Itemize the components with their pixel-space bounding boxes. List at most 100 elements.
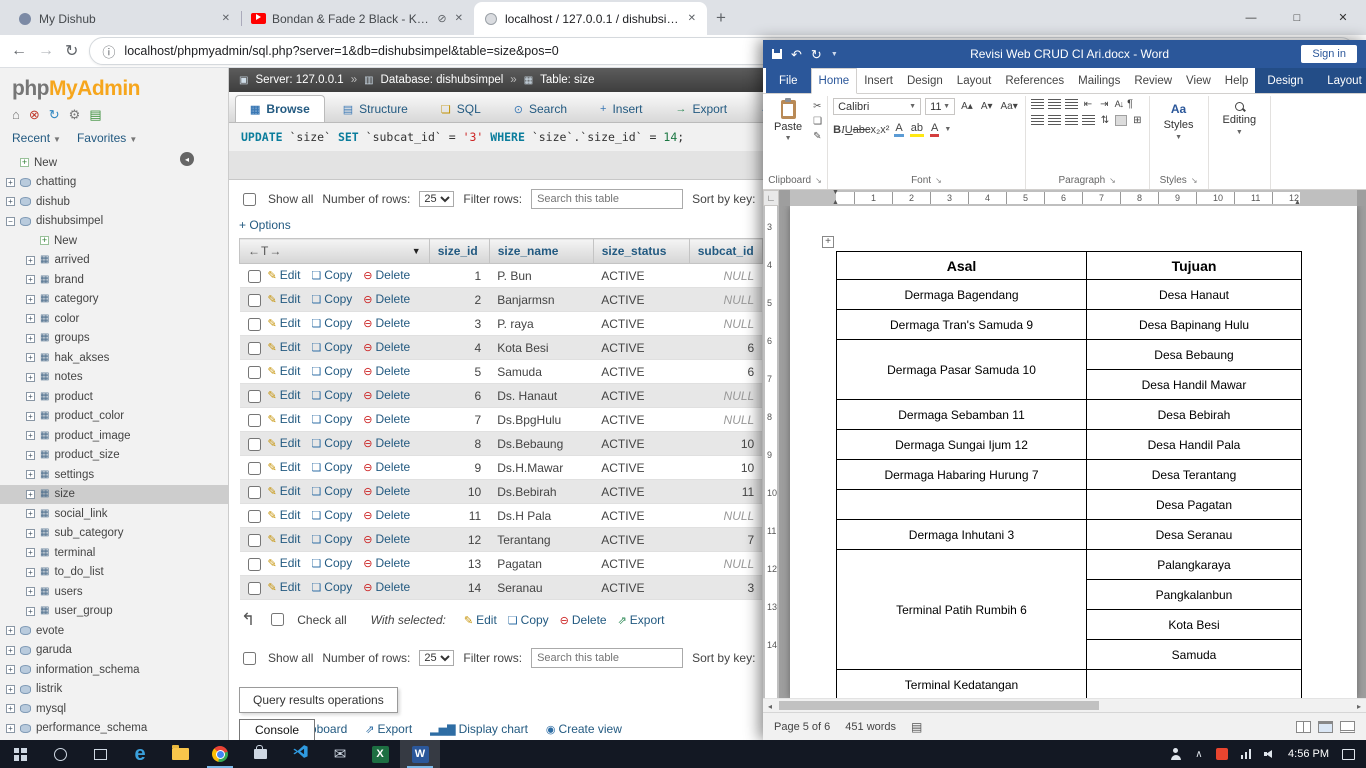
tree-item-listrik[interactable]: +listrik: [0, 680, 228, 700]
ribbon-tab-file[interactable]: File: [766, 68, 811, 93]
pma-tab-sql[interactable]: ❏SQL: [426, 95, 496, 122]
align-center-icon[interactable]: [1048, 115, 1061, 126]
row-checkbox[interactable]: [248, 318, 261, 331]
doc-cell[interactable]: Terminal Kedatangan: [837, 670, 1087, 699]
doc-cell[interactable]: Desa Handil Mawar: [1087, 370, 1302, 400]
justify-icon[interactable]: [1082, 115, 1095, 126]
browser-tab[interactable]: Bondan & Fade 2 Black - Kita...⊘✕: [241, 2, 474, 35]
row-checkbox[interactable]: [248, 294, 261, 307]
edit-row-action[interactable]: ✎Edit: [268, 580, 301, 594]
edit-row-action[interactable]: ✎Edit: [268, 268, 301, 282]
task-view-button[interactable]: [80, 740, 120, 768]
row-checkbox[interactable]: [248, 534, 261, 547]
delete-row-action[interactable]: ⊖Delete: [363, 316, 410, 330]
word-count[interactable]: 451 words: [845, 721, 896, 733]
expand-icon[interactable]: +: [6, 665, 15, 674]
edit-row-action[interactable]: ✎Edit: [268, 364, 301, 378]
row-checkbox[interactable]: [248, 558, 261, 571]
font-color-button[interactable]: A: [929, 122, 940, 137]
expand-icon[interactable]: +: [26, 490, 35, 499]
dock-icon[interactable]: ▤: [89, 107, 101, 123]
filter-input[interactable]: [531, 189, 683, 209]
browser-tab[interactable]: My Dishub✕: [8, 2, 241, 35]
delete-row-action[interactable]: ⊖Delete: [363, 556, 410, 570]
doc-cell[interactable]: Desa Pagatan: [1087, 490, 1302, 520]
copy-row-action[interactable]: ❏Copy: [311, 580, 352, 594]
rows-select[interactable]: 25: [419, 191, 454, 207]
scroll-right-icon[interactable]: ▸: [1352, 699, 1366, 713]
doc-cell[interactable]: Desa Terantang: [1087, 460, 1302, 490]
doc-cell[interactable]: Dermaga Habaring Hurung 7: [837, 460, 1087, 490]
row-checkbox[interactable]: [248, 510, 261, 523]
horizontal-scrollbar[interactable]: ◂ ▸: [763, 698, 1366, 712]
new-tab-button[interactable]: +: [707, 4, 735, 32]
ribbon-tab-home[interactable]: Home: [811, 68, 858, 94]
volume-icon[interactable]: [1264, 749, 1275, 759]
borders-icon[interactable]: ⊞: [1131, 115, 1143, 126]
edit-row-action[interactable]: ✎Edit: [268, 484, 301, 498]
home-icon[interactable]: ⌂: [12, 107, 20, 123]
edit-row-action[interactable]: ✎Edit: [268, 460, 301, 474]
sign-in-button[interactable]: Sign in: [1301, 45, 1357, 63]
sort-arrows[interactable]: ←T→: [248, 244, 282, 258]
dialog-launcher-icon[interactable]: ↘: [815, 176, 822, 185]
expand-icon[interactable]: +: [26, 568, 35, 577]
expand-icon[interactable]: +: [6, 685, 15, 694]
sidebar-collapse-button[interactable]: ◂: [180, 152, 194, 166]
increase-indent-icon[interactable]: ⇥: [1098, 99, 1110, 110]
row-checkbox[interactable]: [248, 582, 261, 595]
expand-icon[interactable]: +: [26, 256, 35, 265]
copy-row-action[interactable]: ❏Copy: [311, 340, 352, 354]
doc-cell[interactable]: Desa Seranau: [1087, 520, 1302, 550]
redo-icon[interactable]: ↻: [811, 48, 822, 61]
chrome-maximize-button[interactable]: □: [1274, 0, 1320, 35]
shading-icon[interactable]: [1115, 115, 1127, 126]
sort-dropdown-icon[interactable]: ▼: [412, 246, 421, 256]
word-taskbar-icon[interactable]: W: [400, 740, 440, 768]
delete-row-action[interactable]: ⊖Delete: [363, 532, 410, 546]
doc-cell[interactable]: Desa Bebirah: [1087, 400, 1302, 430]
delete-row-action[interactable]: ⊖Delete: [363, 412, 410, 426]
copy-row-action[interactable]: ❏Copy: [311, 460, 352, 474]
pma-tab-browse[interactable]: ▦Browse: [235, 95, 325, 122]
expand-icon[interactable]: +: [6, 197, 15, 206]
pma-tab-insert[interactable]: +Insert: [585, 95, 657, 122]
excel-taskbar-icon[interactable]: X: [360, 740, 400, 768]
expand-icon[interactable]: +: [6, 178, 15, 187]
tree-item-evote[interactable]: +evote: [0, 621, 228, 641]
delete-row-action[interactable]: ⊖Delete: [363, 268, 410, 282]
doc-cell[interactable]: Pangkalanbun: [1087, 580, 1302, 610]
doc-cell[interactable]: Desa Bapinang Hulu: [1087, 310, 1302, 340]
show-all-checkbox[interactable]: [243, 652, 256, 665]
tree-item-sub_category[interactable]: +▦sub_category: [0, 524, 228, 544]
tree-item-garuda[interactable]: +garuda: [0, 641, 228, 661]
tree-item-mysql[interactable]: +mysql: [0, 699, 228, 719]
tree-item-settings[interactable]: +▦settings: [0, 465, 228, 485]
tab-close-icon[interactable]: ✕: [686, 12, 698, 25]
row-checkbox[interactable]: [248, 414, 261, 427]
subscript-button[interactable]: x₂: [870, 124, 880, 136]
tree-item-groups[interactable]: +▦groups: [0, 329, 228, 349]
show-hidden-icons-button[interactable]: ∧: [1195, 749, 1202, 760]
delete-row-action[interactable]: ⊖Delete: [363, 484, 410, 498]
site-info-icon[interactable]: ⓘ: [102, 42, 115, 61]
styles-button[interactable]: Aa Styles ▼: [1155, 98, 1203, 145]
people-icon[interactable]: [1169, 748, 1182, 760]
column-header-size_name[interactable]: size_name: [489, 239, 593, 264]
expand-icon[interactable]: +: [26, 587, 35, 596]
tree-item-terminal[interactable]: +▦terminal: [0, 543, 228, 563]
edit-row-action[interactable]: ✎Edit: [268, 388, 301, 402]
copy-row-action[interactable]: ❏Copy: [311, 316, 352, 330]
rows-select[interactable]: 25: [419, 650, 454, 666]
console-toggle[interactable]: Console: [239, 719, 315, 740]
copy-row-action[interactable]: ❏Copy: [311, 556, 352, 570]
doc-cell[interactable]: Dermaga Sebamban 11: [837, 400, 1087, 430]
document-table[interactable]: AsalTujuanDermaga BagendangDesa HanautDe…: [836, 251, 1302, 698]
with-selected-edit[interactable]: ✎Edit: [464, 613, 497, 627]
expand-icon[interactable]: +: [6, 646, 15, 655]
expand-icon[interactable]: +: [26, 412, 35, 421]
doc-cell[interactable]: Palangkaraya: [1087, 550, 1302, 580]
copy-row-action[interactable]: ❏Copy: [311, 412, 352, 426]
copy-icon[interactable]: ❏: [813, 116, 822, 127]
editing-button[interactable]: Editing ▼: [1214, 98, 1266, 140]
